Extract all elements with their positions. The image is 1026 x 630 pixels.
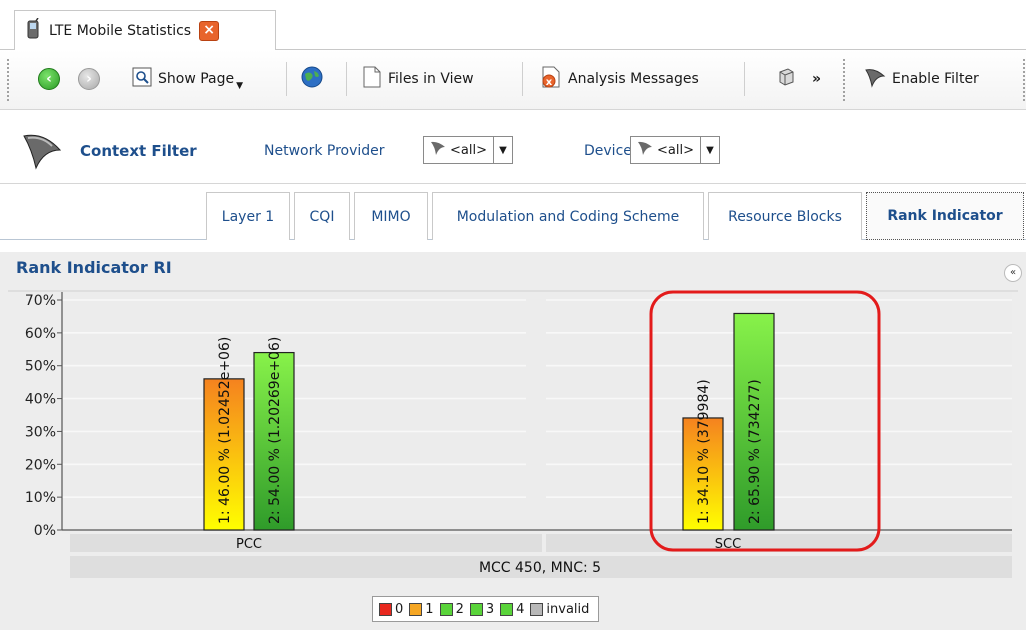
globe-button[interactable] <box>300 63 324 95</box>
toolbar: ‹ › Show Page ▼ Files in View x Analysis… <box>0 50 1026 110</box>
toolbar-grip[interactable] <box>842 58 846 102</box>
chart-panel: 0% 10% 20% 30% 40% 50% 60% 70% PCC SCC MCC 450, MN… <box>0 252 1026 630</box>
show-page-button[interactable]: Show Page ▼ <box>132 63 243 95</box>
tab-mimo[interactable]: MIMO <box>354 192 428 240</box>
filter-funnel-icon <box>430 140 446 160</box>
error-document-icon: x <box>540 66 562 92</box>
device-select[interactable]: <all> ▼ <box>630 136 720 164</box>
context-filter-title: Context Filter <box>80 142 197 160</box>
document-tab-title: LTE Mobile Statistics <box>49 23 192 39</box>
legend-item: 0 <box>379 602 403 617</box>
network-provider-select[interactable]: <all> ▼ <box>423 136 513 164</box>
group-axis-label: MCC 450, MNC: 5 <box>479 560 601 576</box>
network-provider-label: Network Provider <box>264 143 385 159</box>
legend-swatch <box>469 602 483 616</box>
legend-item: invalid <box>530 602 589 617</box>
legend-item: 1 <box>409 601 434 617</box>
enable-filter-label: Enable Filter <box>892 71 979 87</box>
legend-label: invalid <box>546 601 590 617</box>
legend-item: 3 <box>469 601 495 617</box>
panel-title: Rank Indicator RI <box>16 258 172 277</box>
collapse-panel-button[interactable]: « <box>1004 264 1022 282</box>
rank-indicator-chart: 0%10%20%30%40%50%60%70%PCC SCCMCC 450, MN… <box>8 290 1018 578</box>
tab-rank-indicator[interactable]: Rank Indicator <box>866 192 1024 240</box>
tab-layer-1[interactable]: Layer 1 <box>206 192 290 240</box>
bar-data-label: 2: 65.90 % (734277) <box>747 379 763 524</box>
legend-item: 2 <box>439 601 464 617</box>
forward-button[interactable]: › <box>78 63 100 95</box>
tab-cqi[interactable]: CQI <box>294 192 350 240</box>
legend-swatch <box>379 602 392 616</box>
bar-data-label: 1: 46.00 % (1.02452e+06) <box>217 337 233 524</box>
category-band <box>70 534 542 552</box>
y-tick-label: 40% <box>25 392 56 408</box>
document-tab[interactable]: LTE Mobile Statistics × <box>14 10 276 51</box>
chevron-down-icon[interactable]: ▼ <box>236 81 243 91</box>
network-provider-value: <all> <box>450 142 487 158</box>
legend-swatch <box>439 602 453 616</box>
legend-swatch <box>409 602 423 616</box>
document-icon <box>362 66 382 92</box>
device-label: Device <box>584 143 632 159</box>
toolbar-overflow-glyph: » <box>812 71 822 87</box>
y-tick-label: 10% <box>25 490 56 506</box>
chart-legend: 0 1 2 3 4 invalid <box>372 596 600 622</box>
globe-icon <box>300 65 324 93</box>
tab-resource-blocks[interactable]: Resource Blocks <box>708 192 862 240</box>
y-tick-label: 20% <box>25 457 56 473</box>
cube-icon <box>776 67 796 91</box>
filter-funnel-icon <box>864 66 886 92</box>
analysis-messages-button[interactable]: x Analysis Messages <box>540 63 699 95</box>
legend-swatch <box>500 602 514 616</box>
toolbar-divider <box>346 62 347 96</box>
category-label: PCC <box>236 537 262 552</box>
cube-button[interactable] <box>776 63 796 95</box>
toolbar-divider <box>286 62 287 96</box>
analysis-messages-label: Analysis Messages <box>568 71 699 87</box>
analysis-tabs: Layer 1 CQI MIMO Modulation and Coding S… <box>0 184 1026 240</box>
legend-label: 2 <box>455 601 464 617</box>
bar-data-label: 2: 54.00 % (1.20269e+06) <box>267 337 283 524</box>
legend-item: 4 <box>500 602 524 617</box>
y-tick-label: 70% <box>25 293 56 309</box>
y-tick-label: 0% <box>34 523 56 539</box>
y-tick-label: 50% <box>25 359 56 375</box>
context-filter-bar: Context Filter Network Provider <all> ▼ … <box>0 118 1026 184</box>
svg-text:x: x <box>546 77 553 88</box>
bar-data-label: 1: 34.10 % (379984) <box>696 379 712 524</box>
forward-arrow-icon: › <box>78 68 100 90</box>
document-tab-strip: LTE Mobile Statistics × <box>0 0 1026 51</box>
legend-swatch <box>530 602 544 616</box>
filter-funnel-icon <box>22 132 62 174</box>
enable-filter-button[interactable]: Enable Filter <box>864 63 979 95</box>
legend-label: 1 <box>425 601 434 617</box>
tab-modulation-and-coding-scheme[interactable]: Modulation and Coding Scheme <box>432 192 704 240</box>
files-in-view-button[interactable]: Files in View <box>362 63 474 95</box>
filter-funnel-icon <box>637 140 653 160</box>
y-tick-label: 60% <box>25 326 56 342</box>
y-tick-label: 30% <box>25 424 56 440</box>
toolbar-overflow-button[interactable]: » <box>812 63 821 95</box>
close-tab-button[interactable]: × <box>199 21 220 41</box>
legend-label: 4 <box>516 601 525 617</box>
toolbar-grip[interactable] <box>1022 58 1026 102</box>
toolbar-divider <box>744 62 745 96</box>
legend-label: 3 <box>485 601 495 617</box>
legend-label: 0 <box>395 601 404 617</box>
toolbar-divider <box>522 62 523 96</box>
mobile-phone-icon <box>25 17 41 44</box>
show-page-label: Show Page <box>158 71 235 87</box>
back-button[interactable]: ‹ <box>38 63 60 95</box>
chevron-down-icon[interactable]: ▼ <box>701 145 719 156</box>
toolbar-grip[interactable] <box>6 58 10 102</box>
device-value: <all> <box>657 142 694 158</box>
back-arrow-icon: ‹ <box>38 68 60 90</box>
chevron-down-icon[interactable]: ▼ <box>494 145 512 156</box>
files-in-view-label: Files in View <box>388 71 474 87</box>
page-zoom-icon <box>132 67 152 91</box>
